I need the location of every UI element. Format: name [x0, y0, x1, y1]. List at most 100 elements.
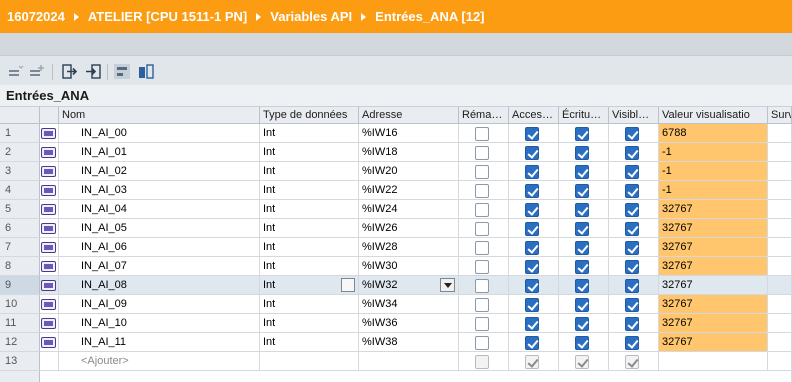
breadcrumb-tag-table[interactable]: Entrées_ANA [12]: [375, 9, 484, 24]
supervision-cell[interactable]: [768, 314, 792, 333]
data-type[interactable]: Int: [260, 314, 359, 333]
breadcrumb-project[interactable]: 16072024: [7, 9, 65, 24]
address[interactable]: %IW26: [359, 219, 459, 238]
row-number[interactable]: 1: [0, 124, 40, 143]
supervision-cell[interactable]: [768, 257, 792, 276]
row-number[interactable]: 3: [0, 162, 40, 181]
writable-checkbox[interactable]: [575, 165, 589, 179]
data-type[interactable]: Int: [260, 143, 359, 162]
supervision-cell[interactable]: [768, 219, 792, 238]
tag-name[interactable]: IN_AI_03: [59, 181, 260, 200]
data-type[interactable]: Int: [260, 162, 359, 181]
data-type[interactable]: Int: [260, 124, 359, 143]
row-number[interactable]: 5: [0, 200, 40, 219]
accessible-checkbox[interactable]: [525, 203, 539, 217]
data-type[interactable]: Int: [260, 181, 359, 200]
retain-checkbox[interactable]: [475, 222, 489, 236]
visible-checkbox[interactable]: [625, 336, 639, 350]
row-number[interactable]: 7: [0, 238, 40, 257]
retain-checkbox[interactable]: [475, 146, 489, 160]
tag-name[interactable]: IN_AI_04: [59, 200, 260, 219]
supervision-cell[interactable]: [768, 124, 792, 143]
row-number[interactable]: 13: [0, 352, 40, 371]
data-type[interactable]: Int: [260, 219, 359, 238]
table-row[interactable]: 5 IN_AI_04 Int %IW24 32767: [0, 200, 792, 219]
supervision-cell[interactable]: [768, 200, 792, 219]
breadcrumb-device[interactable]: ATELIER [CPU 1511-1 PN]: [88, 9, 247, 24]
writable-checkbox[interactable]: [575, 203, 589, 217]
writable-checkbox[interactable]: [575, 279, 589, 293]
table-row[interactable]: 2 IN_AI_01 Int %IW18 -1: [0, 143, 792, 162]
writable-checkbox[interactable]: [575, 241, 589, 255]
writable-checkbox[interactable]: [575, 146, 589, 160]
column-header-accessible[interactable]: Acces…: [509, 106, 559, 124]
tag-name[interactable]: IN_AI_05: [59, 219, 260, 238]
visible-checkbox[interactable]: [625, 203, 639, 217]
supervision-cell[interactable]: [768, 143, 792, 162]
accessible-checkbox[interactable]: [525, 165, 539, 179]
address[interactable]: %IW28: [359, 238, 459, 257]
accessible-checkbox[interactable]: [525, 298, 539, 312]
row-number[interactable]: 8: [0, 257, 40, 276]
visible-checkbox[interactable]: [625, 222, 639, 236]
visible-checkbox[interactable]: [625, 184, 639, 198]
writable-checkbox[interactable]: [575, 298, 589, 312]
writable-checkbox[interactable]: [575, 222, 589, 236]
row-number[interactable]: 10: [0, 295, 40, 314]
accessible-checkbox[interactable]: [525, 336, 539, 350]
row-number[interactable]: 11: [0, 314, 40, 333]
data-type[interactable]: Int: [260, 200, 359, 219]
accessible-checkbox[interactable]: [525, 241, 539, 255]
data-type[interactable]: Int: [260, 257, 359, 276]
address[interactable]: %IW20: [359, 162, 459, 181]
retain-checkbox[interactable]: [475, 165, 489, 179]
column-header-type[interactable]: Type de données: [260, 106, 359, 124]
column-header-remanence[interactable]: Réma…: [459, 106, 509, 124]
row-number[interactable]: 12: [0, 333, 40, 352]
visible-checkbox[interactable]: [625, 127, 639, 141]
accessible-checkbox[interactable]: [525, 317, 539, 331]
tag-name[interactable]: IN_AI_09: [59, 295, 260, 314]
retain-checkbox[interactable]: [475, 298, 489, 312]
retain-checkbox[interactable]: [475, 317, 489, 331]
supervision-cell[interactable]: [768, 276, 792, 295]
data-type[interactable]: Int: [260, 276, 359, 295]
data-type[interactable]: [260, 352, 359, 371]
tag-name[interactable]: IN_AI_07: [59, 257, 260, 276]
data-type[interactable]: Int: [260, 238, 359, 257]
data-type[interactable]: Int: [260, 333, 359, 352]
table-row[interactable]: 8 IN_AI_07 Int %IW30 32767: [0, 257, 792, 276]
visible-checkbox[interactable]: [625, 241, 639, 255]
address[interactable]: %IW18: [359, 143, 459, 162]
row-number[interactable]: 2: [0, 143, 40, 162]
tag-name[interactable]: IN_AI_00: [59, 124, 260, 143]
import-icon[interactable]: [85, 64, 101, 79]
address[interactable]: %IW38: [359, 333, 459, 352]
tag-name[interactable]: IN_AI_10: [59, 314, 260, 333]
retain-checkbox[interactable]: [475, 336, 489, 350]
column-header-ecriture[interactable]: Écritu…: [559, 106, 609, 124]
visible-checkbox[interactable]: [625, 317, 639, 331]
retain-checkbox[interactable]: [475, 260, 489, 274]
writable-checkbox[interactable]: [575, 317, 589, 331]
tag-name[interactable]: IN_AI_01: [59, 143, 260, 162]
address[interactable]: %IW36: [359, 314, 459, 333]
tag-name[interactable]: IN_AI_06: [59, 238, 260, 257]
visible-checkbox[interactable]: [625, 298, 639, 312]
table-row[interactable]: 6 IN_AI_05 Int %IW26 32767: [0, 219, 792, 238]
accessible-checkbox[interactable]: [525, 222, 539, 236]
display-format-icon[interactable]: [138, 64, 154, 79]
row-number[interactable]: 6: [0, 219, 40, 238]
address[interactable]: %IW32: [359, 276, 459, 295]
writable-checkbox[interactable]: [575, 184, 589, 198]
supervision-cell[interactable]: [768, 162, 792, 181]
data-type[interactable]: Int: [260, 295, 359, 314]
address[interactable]: %IW16: [359, 124, 459, 143]
accessible-checkbox[interactable]: [525, 184, 539, 198]
tag-name[interactable]: IN_AI_11: [59, 333, 260, 352]
column-header-surv[interactable]: Surv: [768, 106, 792, 124]
supervision-cell[interactable]: [768, 333, 792, 352]
supervision-cell[interactable]: [768, 352, 792, 371]
visible-checkbox[interactable]: [625, 165, 639, 179]
row-number[interactable]: 4: [0, 181, 40, 200]
